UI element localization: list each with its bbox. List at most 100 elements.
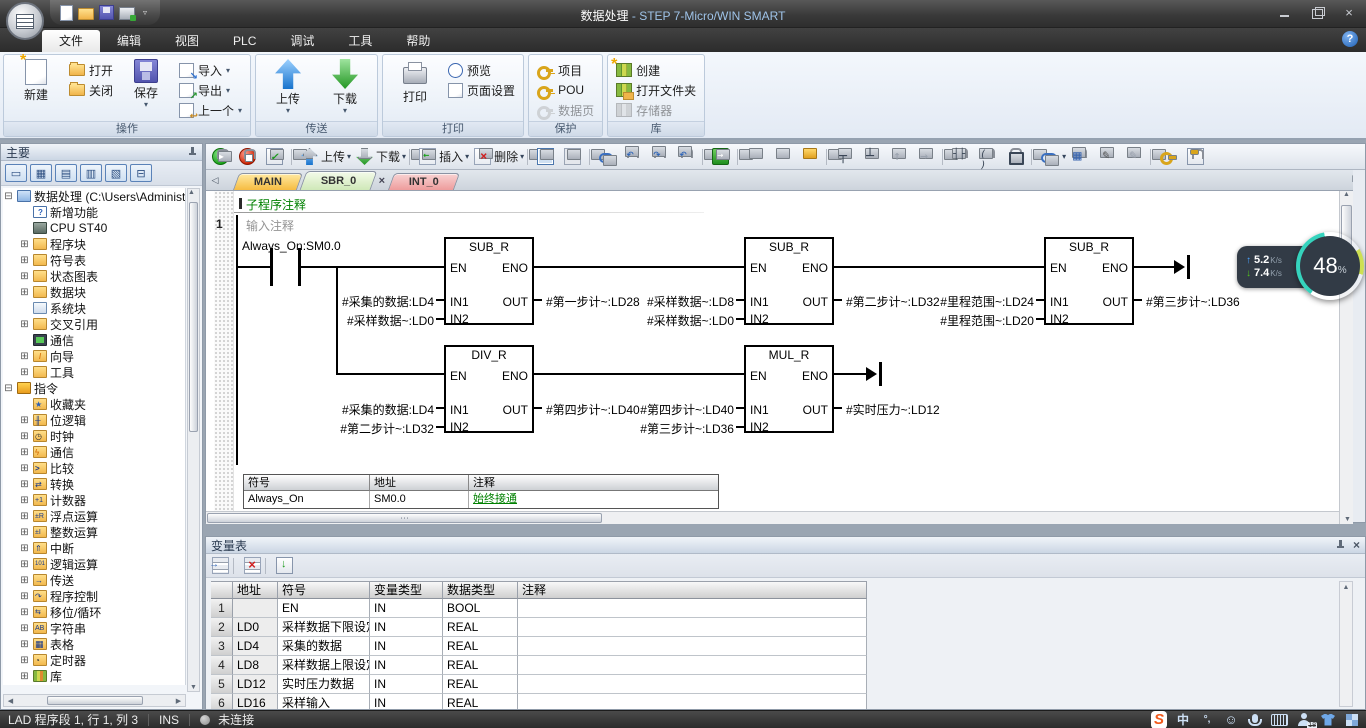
symbol-cell[interactable]: 实时压力数据	[278, 675, 370, 694]
comment-cell[interactable]	[518, 694, 867, 709]
tree-item-communication[interactable]: 通信	[3, 332, 185, 348]
tree-item-shift-rotate[interactable]: ⊞ 移位/循环	[3, 604, 185, 620]
qa-print-icon[interactable]	[119, 7, 135, 20]
expander-icon[interactable]: ⊞	[19, 623, 30, 634]
ime-skin-icon[interactable]	[1320, 712, 1336, 728]
tab-scroll-left-icon[interactable]: ◁	[208, 172, 222, 188]
expander-icon[interactable]: ⊞	[19, 271, 30, 282]
ime-keyboard-icon[interactable]	[1271, 712, 1288, 728]
column-header[interactable]: 注释	[469, 475, 718, 491]
comment-cell[interactable]	[518, 637, 867, 656]
ladder-block-sub-r-3[interactable]: SUB_R ENENO IN1IN2OUT	[1044, 237, 1134, 325]
tree-item-counter[interactable]: ⊞ 计数器	[3, 492, 185, 508]
row-number[interactable]: 1	[211, 599, 233, 618]
data-type-cell[interactable]: REAL	[443, 656, 518, 675]
menu-item-edit[interactable]: 编辑	[100, 30, 158, 52]
editor-horizontal-scrollbar[interactable]: ⋯	[206, 511, 1339, 524]
download-button-ribbon[interactable]: 下载▾	[318, 57, 372, 114]
stop-button[interactable]	[237, 146, 263, 168]
upload-button[interactable]: 上传▾	[299, 146, 353, 168]
bookmark-previous-button[interactable]	[621, 146, 647, 168]
var-type-cell[interactable]: IN	[370, 599, 443, 618]
new-button[interactable]: 新建	[9, 57, 63, 103]
tab-close-icon[interactable]: ×	[379, 175, 385, 187]
expander-icon[interactable]: ⊞	[19, 255, 30, 266]
data-type-cell[interactable]: REAL	[443, 618, 518, 637]
column-header[interactable]: 数据类型	[443, 581, 518, 599]
operand-label[interactable]: #第三步计~:LD36	[592, 420, 734, 437]
scrollbar-thumb[interactable]	[189, 202, 198, 432]
tree-item-bit-logic[interactable]: ⊞ 位逻辑	[3, 412, 185, 428]
export-button[interactable]: 导出▾	[176, 81, 245, 99]
ime-mic-icon[interactable]	[1247, 712, 1263, 728]
expander-icon[interactable]: ⊞	[19, 671, 30, 682]
expander-icon[interactable]: ⊟	[3, 383, 14, 394]
address-cell[interactable]: LD4	[233, 637, 278, 656]
close-button[interactable]: ×	[1342, 7, 1356, 19]
pin-icon[interactable]	[188, 147, 197, 157]
ime-menu-icon[interactable]	[1344, 712, 1360, 728]
address-cell[interactable]: LD16	[233, 694, 278, 709]
ime-profile-icon[interactable]: 18	[1296, 712, 1312, 728]
tab-main[interactable]: MAIN	[233, 173, 303, 190]
tree-item-cross-reference[interactable]: ⊞ 交叉引用	[3, 316, 185, 332]
tree-item-symbol-table[interactable]: ⊞ 符号表	[3, 252, 185, 268]
tree-item-integer-math[interactable]: ⊞ 整数运算	[3, 524, 185, 540]
qa-save-icon[interactable]	[99, 5, 114, 20]
expander-icon[interactable]: ⊟	[3, 191, 14, 202]
expander-icon[interactable]: ⊞	[19, 351, 30, 362]
minimize-button[interactable]	[1278, 7, 1292, 19]
operand-label[interactable]: #里程范围~:LD20	[892, 312, 1034, 329]
var-type-cell[interactable]: IN	[370, 637, 443, 656]
expander-icon[interactable]: ⊞	[19, 527, 30, 538]
protect-project-button[interactable]: 项目	[534, 61, 597, 79]
tab-sbr0[interactable]: SBR_0	[300, 171, 378, 190]
qa-more-icon[interactable]: ▿	[140, 4, 150, 21]
expander-icon[interactable]: ⊞	[19, 655, 30, 666]
previous-button[interactable]: 上一个▾	[176, 101, 245, 119]
tree-item-data-block[interactable]: ⊞ 数据块	[3, 284, 185, 300]
expander-icon[interactable]: ⊞	[19, 639, 30, 650]
insert-row-button[interactable]	[210, 555, 231, 577]
data-type-cell[interactable]: REAL	[443, 694, 518, 709]
key-button[interactable]	[1158, 146, 1184, 168]
sogou-logo-icon[interactable]: S	[1151, 711, 1167, 728]
delete-row-button[interactable]	[242, 555, 263, 577]
view-cross-reference-icon[interactable]: ▧	[105, 164, 127, 182]
tree-horizontal-scrollbar[interactable]: ◀▶	[3, 694, 186, 707]
ime-chinese-icon[interactable]: 中	[1175, 712, 1191, 728]
symbol-cell[interactable]: Always_On	[244, 491, 370, 508]
tree-item-cpu-st40[interactable]: CPU ST40	[3, 220, 185, 236]
tab-int0[interactable]: INT_0	[388, 173, 460, 190]
edit-symbol-table-button[interactable]	[1123, 146, 1149, 168]
expander-icon[interactable]: ⊞	[19, 287, 30, 298]
branch-up-button[interactable]	[861, 146, 887, 168]
tree-item-float-math[interactable]: ⊞ 浮点运算	[3, 508, 185, 524]
print-button[interactable]: 打印	[388, 57, 442, 105]
qa-new-icon[interactable]	[60, 5, 73, 21]
expander-icon[interactable]: ⊞	[19, 319, 30, 330]
tree-item-whats-new[interactable]: 新增功能	[3, 204, 185, 220]
scrollbar-thumb[interactable]	[47, 696, 143, 705]
symbol-table-button[interactable]	[1069, 146, 1095, 168]
var-type-cell[interactable]: IN	[370, 675, 443, 694]
tree-item-logic-operations[interactable]: ⊞ 逻辑运算	[3, 556, 185, 572]
run-button[interactable]	[210, 146, 236, 168]
tree-item-library[interactable]: ⊞ 库	[3, 668, 185, 684]
tree-item-communication-instr[interactable]: ⊞ 通信	[3, 444, 185, 460]
operand-label[interactable]: #第二步计~:LD32	[244, 420, 434, 437]
network-comment[interactable]: 输入注释	[246, 217, 294, 234]
menu-item-file[interactable]: 文件	[42, 30, 100, 52]
expander-icon[interactable]: ⊞	[19, 431, 30, 442]
tree-item-status-chart[interactable]: ⊞ 状态图表	[3, 268, 185, 284]
var-type-cell[interactable]: IN	[370, 618, 443, 637]
bookmark-clear-button[interactable]	[675, 146, 701, 168]
data-type-cell[interactable]: BOOL	[443, 599, 518, 618]
ime-emoji-icon[interactable]: ☺	[1223, 712, 1239, 728]
expander-icon[interactable]: ⊞	[19, 479, 30, 490]
coil-button[interactable]	[977, 146, 1003, 168]
expander-icon[interactable]: ⊞	[19, 463, 30, 474]
branch-down-button[interactable]	[834, 146, 860, 168]
address-cell[interactable]: LD12	[233, 675, 278, 694]
address-cell[interactable]	[233, 599, 278, 618]
